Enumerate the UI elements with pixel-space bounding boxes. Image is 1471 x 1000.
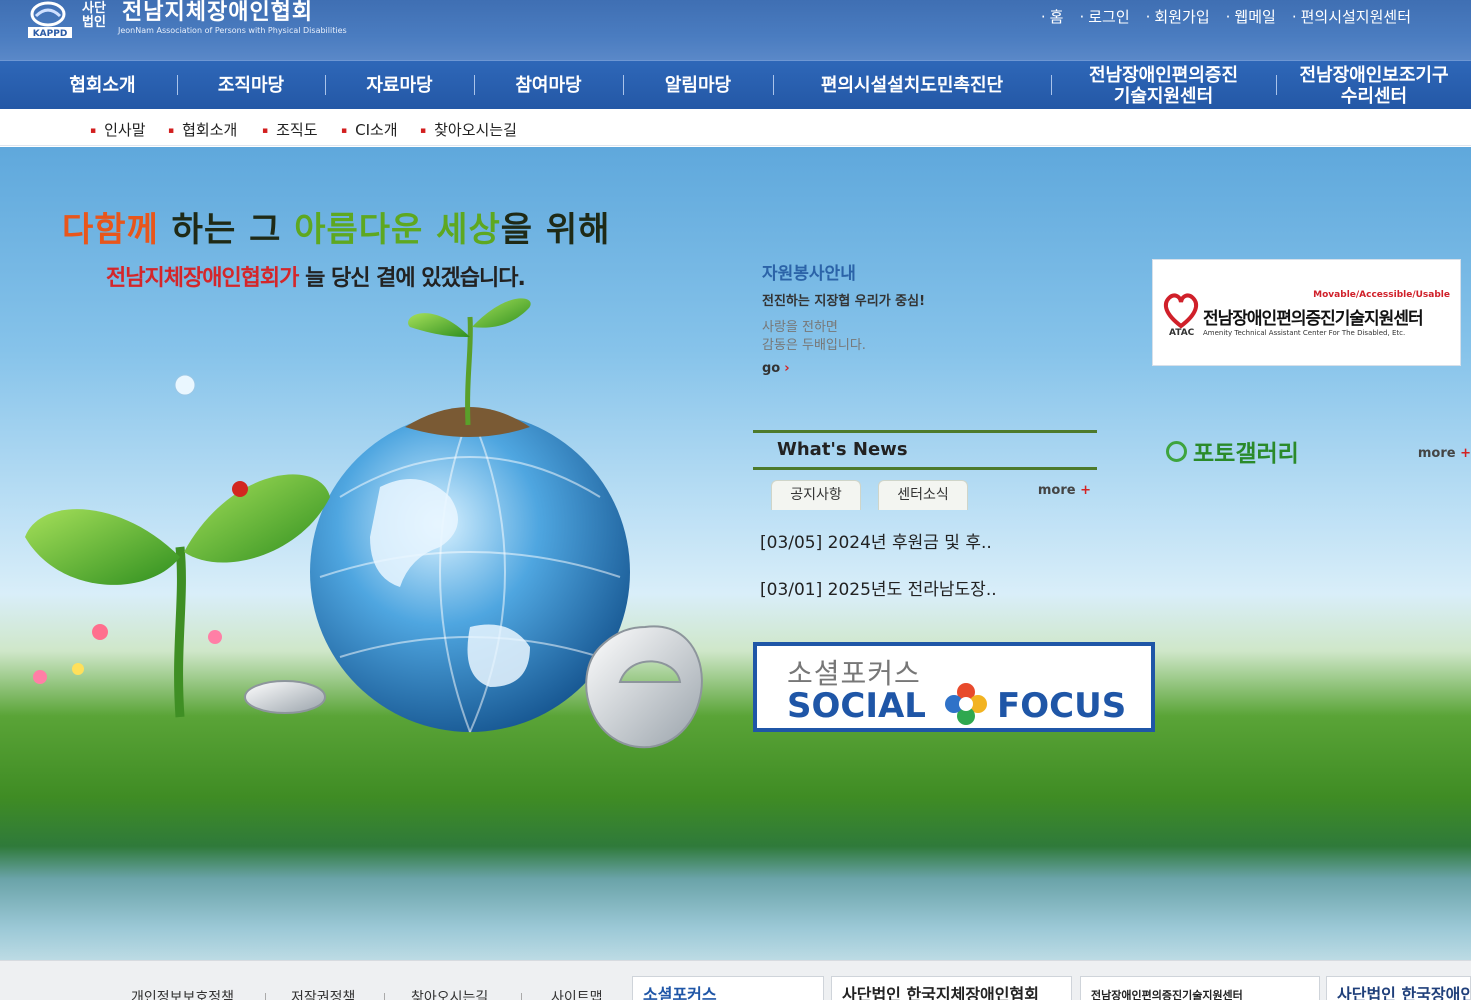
atac-english-name: Amenity Technical Assistant Center For T…: [1203, 329, 1406, 337]
chevron-right-icon: ›: [784, 361, 790, 376]
nav-item-assistive-repair-center[interactable]: 전남장애인보조기구 수리센터: [1277, 61, 1471, 110]
nav-item-participation[interactable]: 참여마당: [475, 61, 622, 110]
slogan-space: [423, 210, 436, 250]
main-nav: 협회소개 조직마당 자료마당 참여마당 알림마당 편의시설설치도민촉진단 전남장…: [0, 60, 1471, 109]
util-link-facility-center[interactable]: 편의시설지원센터: [1292, 6, 1411, 27]
footer-copyright-link[interactable]: 저작권정책: [291, 987, 355, 1000]
logo-org-name-en: JeonNam Association of Persons with Phys…: [118, 26, 347, 35]
footer-separator: [521, 993, 522, 1000]
volunteer-title[interactable]: 자원봉사안내: [762, 259, 1062, 284]
news-date: [03/05]: [760, 533, 823, 553]
gallery-more-link[interactable]: more +: [1418, 446, 1471, 461]
news-list-item[interactable]: [03/05] 2024년 후원금 및 후..: [760, 528, 1097, 553]
footer-privacy-link[interactable]: 개인정보보호정책: [131, 987, 234, 1000]
volunteer-go-link[interactable]: go ›: [762, 361, 1062, 376]
footer: 개인정보보호정책 저작권정책 찾아오시는길 사이트맵 소셜포커스 사단법인 한국…: [0, 960, 1471, 1000]
footer-separator: [384, 993, 385, 1000]
tab-notices[interactable]: 공지사항: [771, 480, 861, 510]
atac-abbr: ATAC: [1169, 328, 1195, 338]
slogan-text-end: 을 위해: [500, 210, 611, 250]
nav-item-organization[interactable]: 조직마당: [178, 61, 324, 110]
social-focus-logo-icon: [945, 683, 987, 725]
nav-item-notices[interactable]: 알림마당: [624, 61, 772, 110]
volunteer-body-line2: 감동은 두배입니다.: [762, 338, 866, 353]
hero-slogan-line1: 다함께 하는 그 아름다운 세상을 위해: [62, 202, 610, 251]
footer-banner-korea-disabled[interactable]: 사단법인 한국장애인: [1326, 976, 1471, 1000]
social-focus-english-left: SOCIAL: [787, 686, 926, 726]
footer-separator: [265, 993, 266, 1000]
atac-tagline: Movable/Accessible/Usable: [1313, 290, 1450, 300]
nav-item-resources[interactable]: 자료마당: [326, 61, 473, 110]
slogan-text: 하는 그: [158, 210, 295, 250]
footer-banner-kappd[interactable]: 사단법인 한국지체장애인협회: [831, 976, 1072, 1000]
util-link-login[interactable]: 로그인: [1079, 6, 1129, 27]
footer-banner-atac[interactable]: 전남장애인편의증진기술지원센터: [1080, 976, 1320, 1000]
util-link-webmail[interactable]: 웹메일: [1226, 6, 1275, 27]
volunteer-body-line1: 사랑을 전하면: [762, 320, 838, 335]
gallery-more-label: more: [1417, 446, 1456, 461]
nav-item-about[interactable]: 협회소개: [30, 61, 175, 110]
subnav-ci[interactable]: CI소개: [341, 119, 398, 140]
news-header: What's News: [753, 430, 1097, 470]
news-date: [03/01]: [760, 580, 823, 600]
news-list-item[interactable]: [03/01] 2025년도 전라남도장..: [760, 575, 1097, 600]
volunteer-go-label: go: [762, 361, 781, 376]
news-headline: 2025년도 전라남도장..: [827, 580, 997, 600]
site-logo[interactable]: KAPPD 사단 법인 전남지체장애인협회 JeonNam Associatio…: [26, 0, 366, 44]
atac-banner[interactable]: Movable/Accessible/Usable 전남장애인편의증진기술지원센…: [1152, 259, 1461, 366]
slogan-word-together: 다함께: [62, 210, 159, 250]
nav-item-atac-center[interactable]: 전남장애인편의증진 기술지원센터: [1052, 61, 1275, 110]
util-link-join[interactable]: 회원가입: [1146, 6, 1209, 27]
sub-nav: 인사말 협회소개 조직도 CI소개 찾아오시는길: [0, 109, 1471, 146]
slogan-org-name: 전남지체장애인협회가: [106, 266, 299, 291]
social-focus-banner[interactable]: 소셜포커스 SOCIAL FOCUS: [753, 642, 1155, 732]
subnav-org-chart[interactable]: 조직도: [262, 119, 317, 140]
logo-org-name: 전남지체장애인협회: [122, 0, 314, 25]
footer-directions-link[interactable]: 찾아오시는길: [411, 987, 488, 1000]
news-title: What's News: [777, 439, 908, 460]
footer-banner-social-focus[interactable]: 소셜포커스: [632, 976, 824, 1000]
social-focus-english-right: FOCUS: [997, 686, 1127, 726]
nav-item-facility-promotion[interactable]: 편의시설설치도민촉진단: [774, 61, 1050, 110]
tab-center-news[interactable]: 센터소식: [878, 480, 968, 510]
news-more-link[interactable]: more +: [1038, 483, 1091, 498]
atac-name: 전남장애인편의증진기술지원센터: [1203, 309, 1424, 329]
news-headline: 2024년 후원금 및 후..: [827, 533, 992, 553]
photo-gallery-header: 포토갤러리 more +: [1166, 434, 1471, 468]
hero-slogan-line2: 전남지체장애인협회가 늘 당신 곁에 있겠습니다.: [106, 260, 526, 292]
ladybug-icon: [232, 481, 248, 497]
subnav-greeting[interactable]: 인사말: [90, 119, 145, 140]
letter-e-icon: [585, 625, 703, 749]
gallery-title[interactable]: 포토갤러리: [1166, 441, 1299, 467]
plus-icon: +: [1080, 483, 1091, 498]
slogan-word-beautiful: 아름다운: [294, 210, 424, 250]
volunteer-info-box: 자원봉사안내 전진하는 지장협 우리가 중심! 사랑을 전하면 감동은 두배입니…: [762, 259, 1062, 376]
logo-corp-label: 사단 법인: [82, 1, 106, 30]
globe-icon: [310, 412, 630, 732]
globe-sprout-illustration: [25, 298, 703, 749]
plus-icon: +: [1460, 446, 1471, 461]
slogan-word-world: 세상: [436, 210, 501, 250]
hero-scene: 다함께 하는 그 아름다운 세상을 위해 전남지체장애인협회가 늘 당신 곁에 …: [0, 147, 1471, 960]
top-header: KAPPD 사단 법인 전남지체장애인협회 JeonNam Associatio…: [0, 0, 1471, 60]
news-panel: What's News 공지사항 센터소식 more + [03/05] 202…: [753, 430, 1097, 600]
news-tabs: 공지사항 센터소식 more +: [753, 470, 1097, 512]
volunteer-subtitle: 전진하는 지장협 우리가 중심!: [762, 294, 926, 309]
kappd-logo-mark: KAPPD: [28, 1, 72, 39]
slogan-promise: 늘 당신 곁에 있겠습니다.: [298, 266, 526, 291]
utility-links: 홈 로그인 회원가입 웹메일 편의시설지원센터: [1041, 6, 1411, 27]
subnav-directions[interactable]: 찾아오시는길: [420, 119, 517, 140]
util-link-home[interactable]: 홈: [1041, 6, 1064, 27]
logo-mark-text: KAPPD: [33, 29, 68, 39]
footer-sitemap-link[interactable]: 사이트맵: [551, 987, 603, 1000]
heart-logo-icon: [1163, 293, 1199, 329]
news-more-label: more: [1037, 483, 1076, 498]
subnav-about[interactable]: 협회소개: [168, 119, 237, 140]
